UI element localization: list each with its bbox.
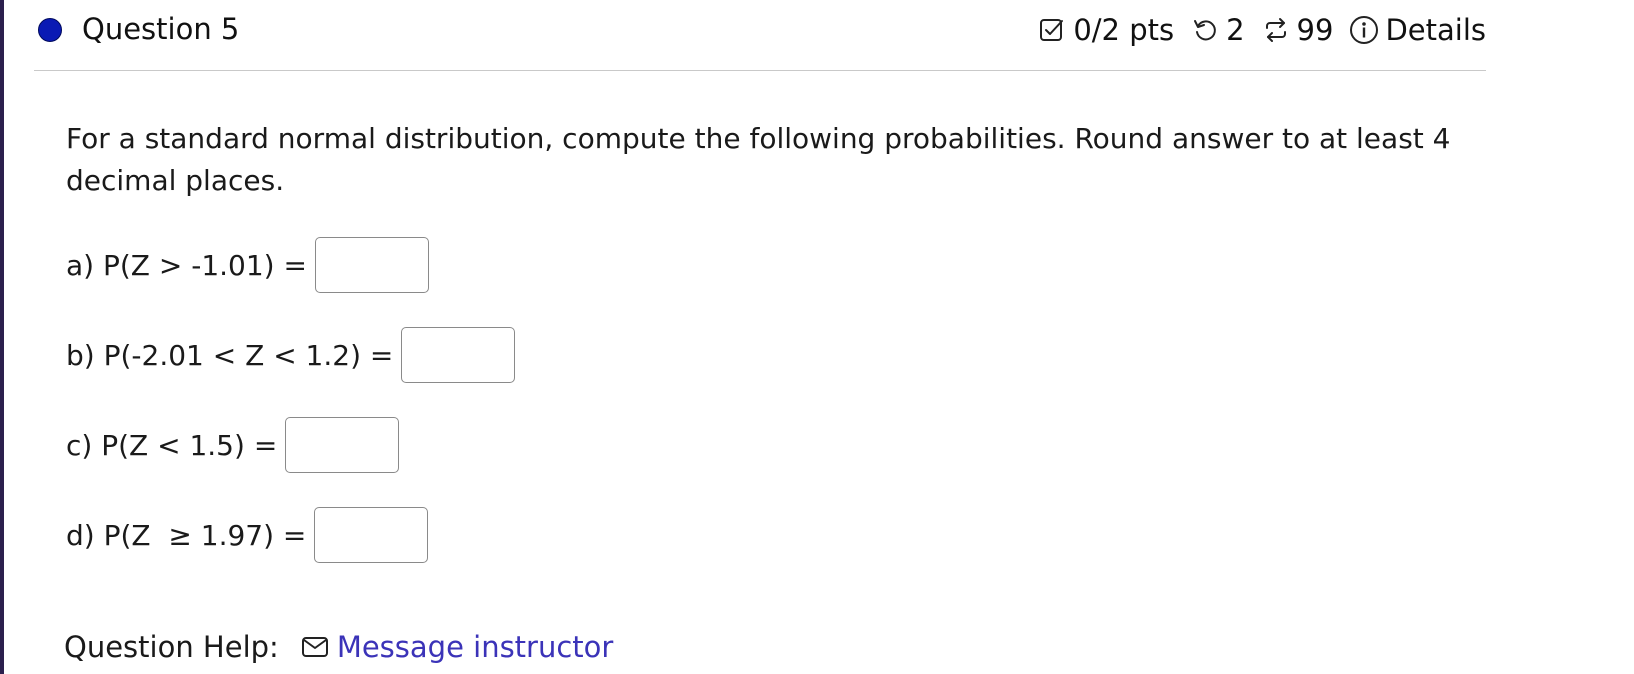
envelope-icon xyxy=(301,636,329,658)
part-a: a) P(Z > -1.01) = xyxy=(66,237,429,293)
question-help-label: Question Help: xyxy=(64,630,279,664)
retry-icon xyxy=(1190,15,1220,45)
part-d-answer-input[interactable] xyxy=(314,507,429,563)
repeat-icon xyxy=(1261,15,1291,45)
part-c: c) P(Z < 1.5) = xyxy=(66,417,400,473)
part-a-answer-input[interactable] xyxy=(314,237,429,293)
retries-count: 2 xyxy=(1226,13,1245,47)
part-b-label: b) P(-2.01 < Z < 1.2) = xyxy=(66,338,394,372)
question-prompt: For a standard normal distribution, comp… xyxy=(66,122,1451,197)
part-d-label: d) P(Z ≥ 1.97) = xyxy=(66,518,307,552)
message-instructor-link[interactable]: Message instructor xyxy=(337,630,614,664)
attempts-count: 99 xyxy=(1296,13,1334,47)
part-b: b) P(-2.01 < Z < 1.2) = xyxy=(66,327,516,383)
question-meta: 0/2 pts 2 99 Details xyxy=(1037,12,1486,48)
question-header: Question 5 0/2 pts 2 99 Details xyxy=(34,0,1486,71)
info-icon[interactable] xyxy=(1349,15,1379,45)
part-b-answer-input[interactable] xyxy=(401,327,516,383)
points-text: 0/2 pts xyxy=(1073,13,1175,47)
part-a-label: a) P(Z > -1.01) = xyxy=(66,248,307,282)
details-link[interactable]: Details xyxy=(1385,12,1486,48)
part-c-label: c) P(Z < 1.5) = xyxy=(66,428,278,462)
question-title: Question 5 xyxy=(82,12,240,46)
left-accent-bar xyxy=(0,0,4,674)
question-help: Question Help: Message instructor xyxy=(64,630,613,664)
part-d: d) P(Z ≥ 1.97) = xyxy=(66,507,429,563)
status-dot-icon xyxy=(38,18,62,42)
checkbox-icon xyxy=(1037,15,1067,45)
part-c-answer-input[interactable] xyxy=(285,417,400,473)
